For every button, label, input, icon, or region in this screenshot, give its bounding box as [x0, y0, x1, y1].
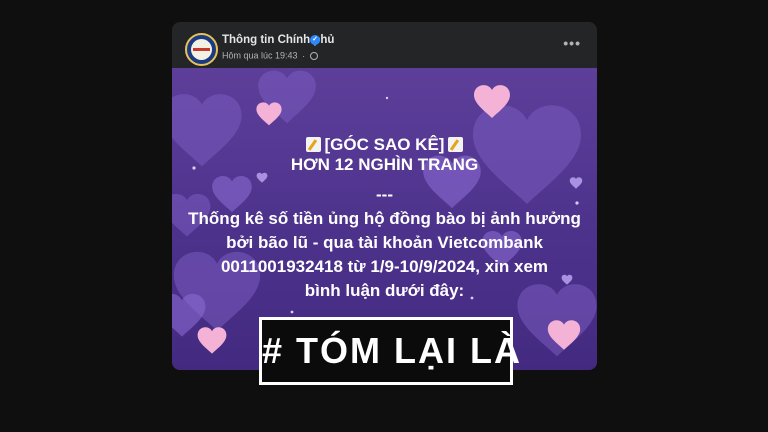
meta-separator: ·: [302, 50, 306, 61]
memo-icon: [448, 137, 464, 152]
post-header: Thông tin Chính phủ ✓ Hôm qua lúc 19:43 …: [172, 22, 597, 68]
verified-badge-icon: ✓: [310, 35, 320, 45]
body-line-4: bình luận dưới đây:: [304, 281, 465, 300]
page-avatar[interactable]: [185, 33, 218, 66]
title-text: [GÓC SAO KÊ]: [324, 135, 445, 154]
subtitle-line: HƠN 12 NGHÌN TRANG: [290, 155, 479, 174]
body-line-2: bởi bão lũ - qua tài khoản Vietcombank: [226, 233, 543, 252]
title-line: [GÓC SAO KÊ]: [172, 134, 597, 156]
body-line-3: 0011001932418 từ 1/9-10/9/2024, xin xem: [220, 257, 549, 276]
memo-icon: [305, 137, 321, 152]
globe-icon[interactable]: [309, 51, 318, 60]
body-line-1: Thống kê số tiền ủng hộ đồng bào bị ảnh …: [188, 209, 581, 228]
government-seal-icon: [191, 39, 212, 60]
hashtag-overlay: # TÓM LẠI LÀ: [259, 317, 520, 385]
divider-line: ---: [376, 185, 393, 204]
post-meta: Hôm qua lúc 19:43 ·: [222, 50, 318, 61]
more-options-icon[interactable]: •••: [563, 35, 581, 51]
post-timestamp[interactable]: Hôm qua lúc 19:43: [222, 51, 298, 61]
